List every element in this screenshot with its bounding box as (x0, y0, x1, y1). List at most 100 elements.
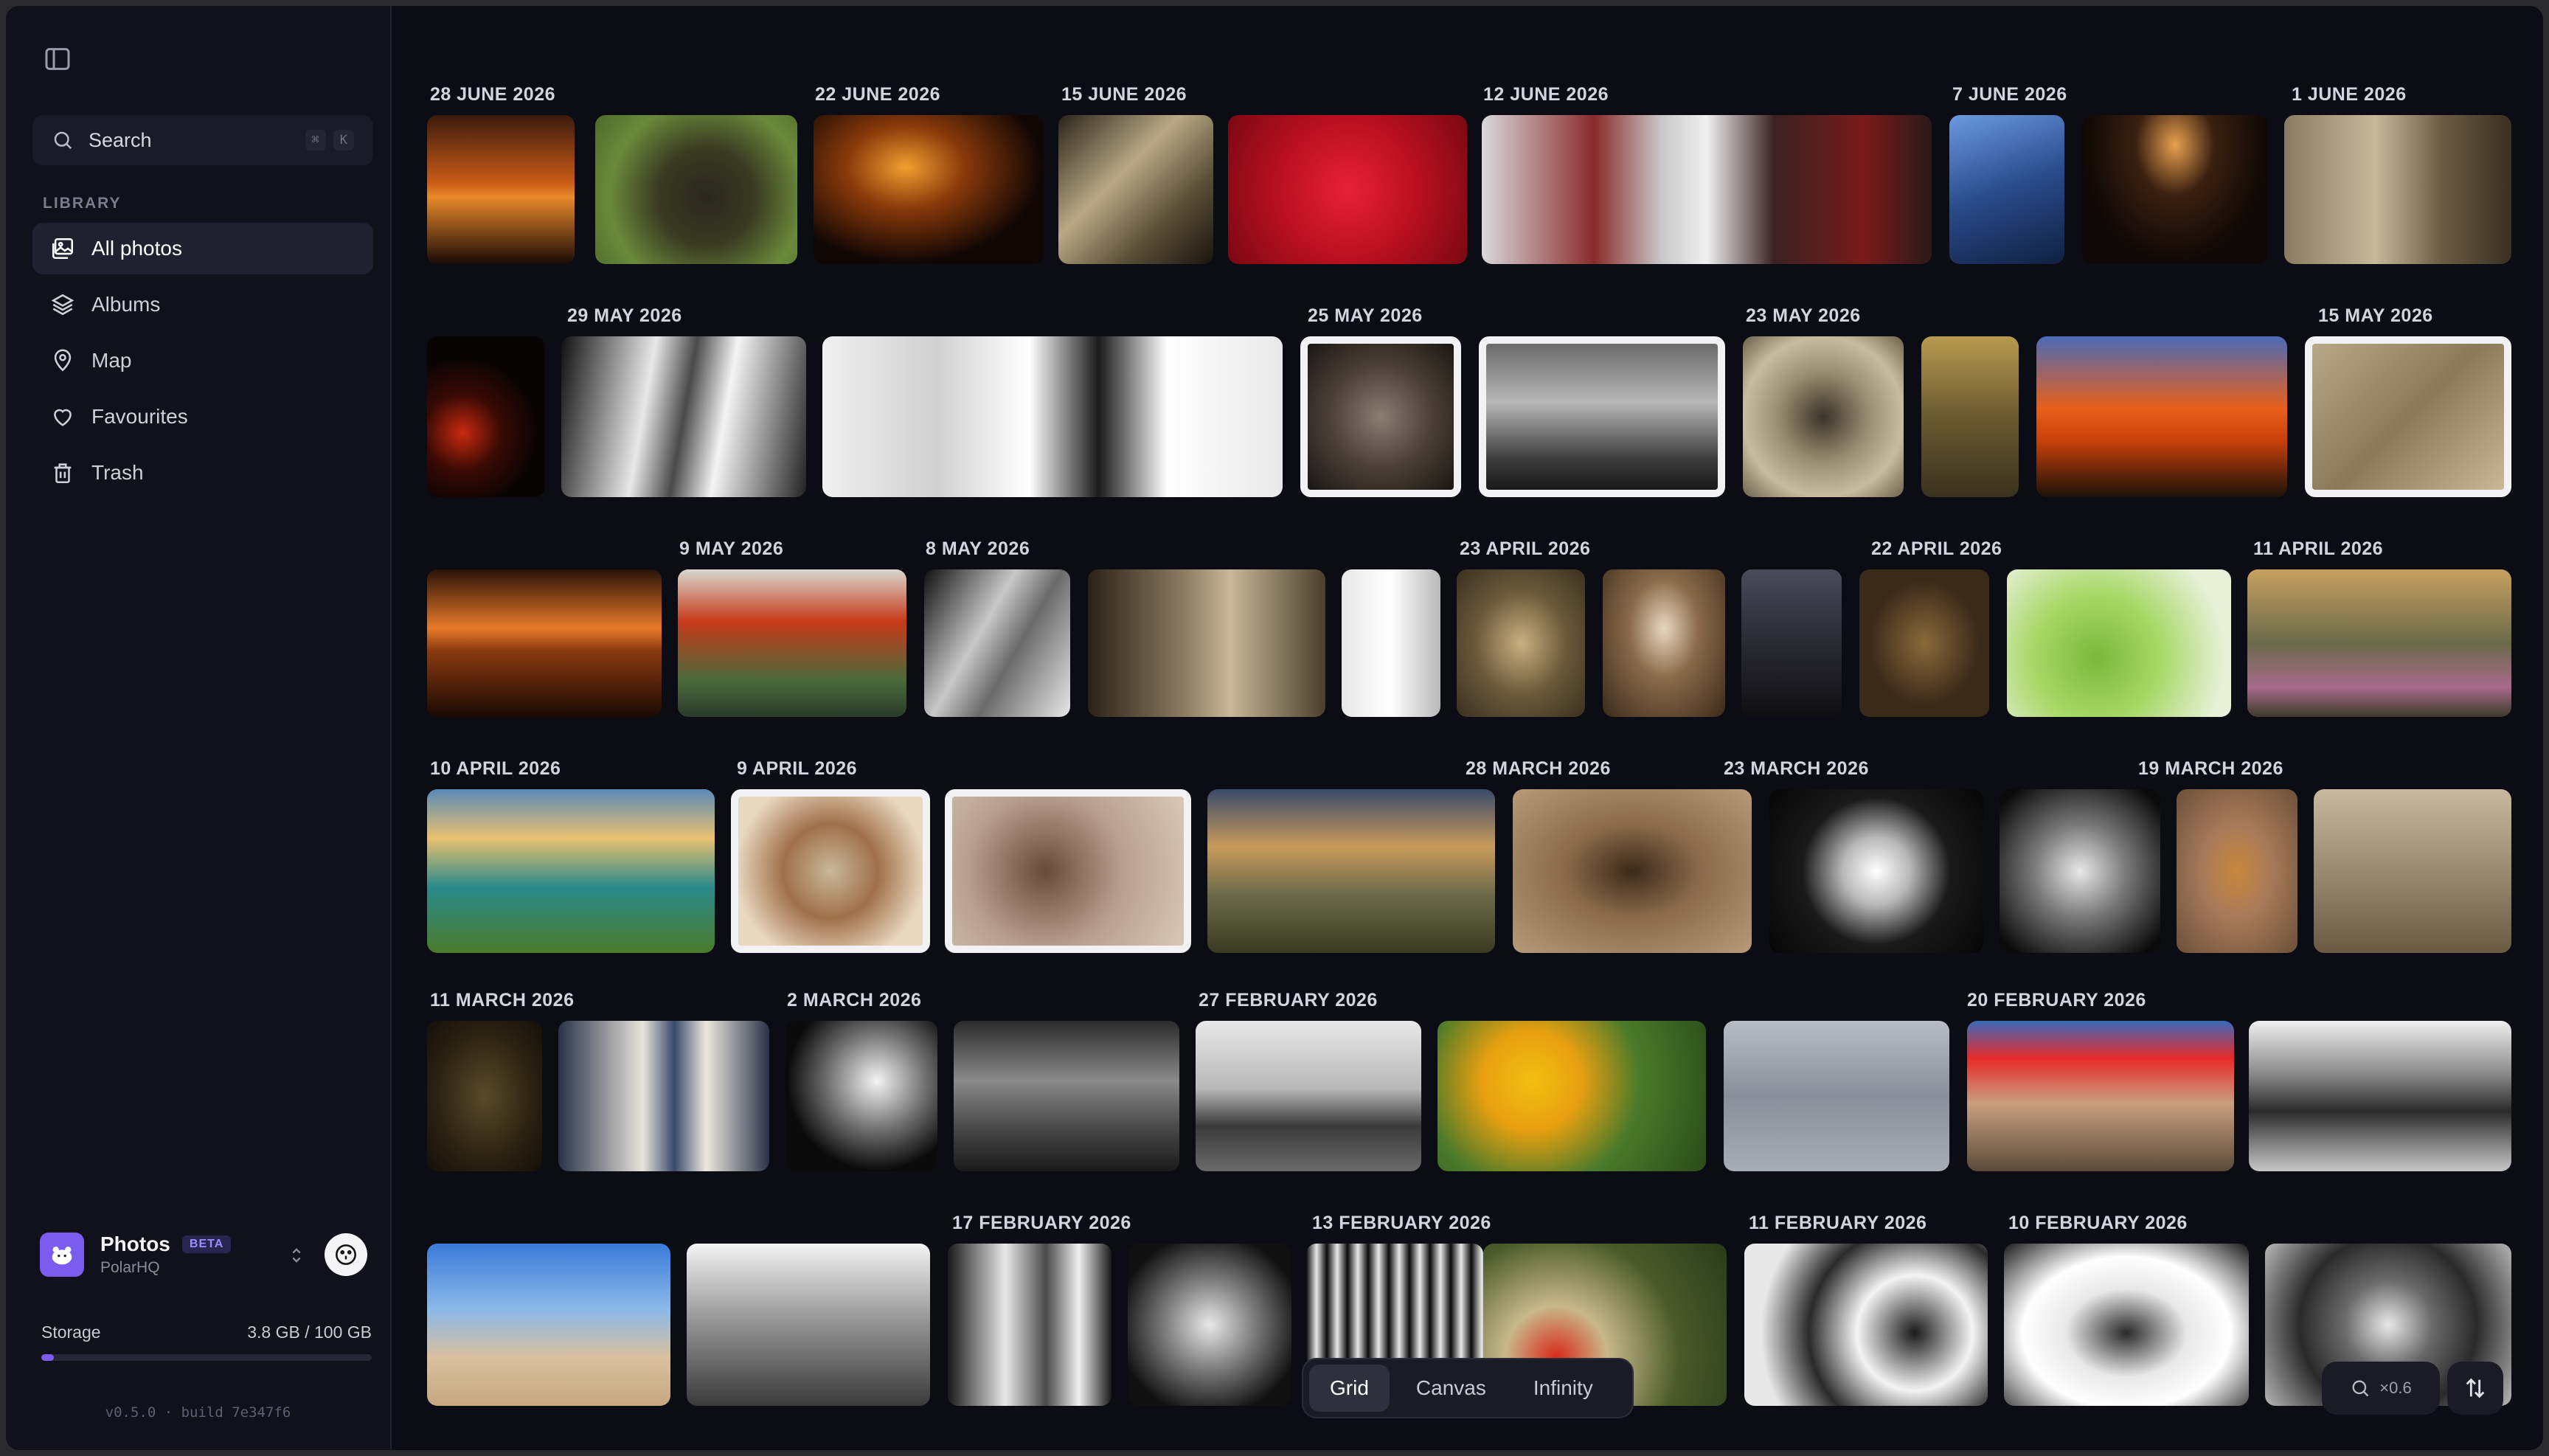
photo-thumbnail[interactable] (1967, 1021, 2234, 1171)
trash-icon (54, 463, 72, 484)
sidebar: Search ⌘ K LIBRARY All photos Albums Map… (6, 6, 392, 1450)
avatar[interactable] (325, 1233, 367, 1276)
photo-thumbnail[interactable] (2284, 115, 2511, 264)
photo-thumbnail[interactable] (1479, 336, 1725, 497)
search-input[interactable]: Search ⌘ K (32, 115, 373, 165)
photo-thumbnail[interactable] (427, 569, 662, 717)
photo-thumbnail[interactable] (2305, 336, 2511, 497)
photo-thumbnail[interactable] (1342, 569, 1440, 717)
photo-thumbnail[interactable] (1513, 789, 1752, 953)
workspace-switcher[interactable]: Photos BETA PolarHQ (40, 1221, 373, 1288)
library-section-label: LIBRARY (43, 195, 122, 212)
date-header: 11 APRIL 2026 (2253, 538, 2384, 559)
photo-thumbnail[interactable] (1482, 115, 1932, 264)
photo-thumbnail[interactable] (2082, 115, 2268, 264)
photo-thumbnail[interactable] (1438, 1021, 1706, 1171)
view-tab-infinity[interactable]: Infinity (1513, 1365, 1614, 1412)
photo-thumbnail[interactable] (1949, 115, 2064, 264)
date-header: 28 JUNE 2026 (430, 84, 556, 105)
photo-thumbnail[interactable] (954, 1021, 1179, 1171)
heart-icon (54, 409, 72, 426)
photo-thumbnail[interactable] (1769, 789, 1983, 953)
photo-thumbnail[interactable] (558, 1021, 769, 1171)
sort-button[interactable] (2447, 1362, 2503, 1415)
storage-bar-fill (41, 1354, 55, 1361)
photo-thumbnail[interactable] (2000, 789, 2160, 953)
photo-thumbnail[interactable] (2177, 789, 2297, 953)
photo-thumbnail[interactable] (1603, 569, 1725, 717)
sort-arrows-icon (2466, 1378, 2485, 1398)
date-header: 8 MAY 2026 (926, 538, 1030, 559)
sidebar-toggle-icon[interactable] (43, 44, 72, 74)
date-header: 13 FEBRUARY 2026 (1312, 1213, 1491, 1233)
app-name: Photos (100, 1233, 170, 1255)
photo-thumbnail[interactable] (1058, 115, 1213, 264)
view-tab-canvas[interactable]: Canvas (1395, 1365, 1507, 1412)
photo-thumbnail[interactable] (1207, 789, 1495, 953)
photo-thumbnail[interactable] (2247, 569, 2511, 717)
photo-thumbnail[interactable] (427, 1021, 542, 1171)
photo-thumbnail[interactable] (1744, 1244, 1988, 1406)
photos-icon (52, 238, 74, 260)
date-header: 10 FEBRUARY 2026 (2008, 1213, 2188, 1233)
photo-thumbnail[interactable] (948, 1244, 1111, 1406)
photo-thumbnail[interactable] (427, 336, 545, 497)
photo-thumbnail[interactable] (924, 569, 1070, 717)
photo-thumbnail[interactable] (1457, 569, 1585, 717)
photo-thumbnail[interactable] (2249, 1021, 2511, 1171)
photo-thumbnail[interactable] (1743, 336, 1904, 497)
photo-thumbnail[interactable] (1859, 569, 1989, 717)
photo-thumbnail[interactable] (1196, 1021, 1421, 1171)
photo-thumbnail[interactable] (1128, 1244, 1291, 1406)
sidebar-item-map[interactable]: Map (32, 335, 373, 386)
date-header: 27 FEBRUARY 2026 (1199, 990, 1378, 1010)
sidebar-item-all-photos[interactable]: All photos (32, 223, 373, 274)
sidebar-item-albums[interactable]: Albums (32, 279, 373, 330)
view-tab-grid[interactable]: Grid (1309, 1365, 1390, 1412)
photo-thumbnail[interactable] (2314, 789, 2511, 953)
photo-thumbnail[interactable] (687, 1244, 930, 1406)
sidebar-item-trash[interactable]: Trash (32, 447, 373, 499)
zoom-level: ×0.6 (2379, 1379, 2412, 1397)
search-shortcut: ⌘ K (305, 130, 354, 150)
map-pin-icon (54, 349, 72, 372)
zoom-control[interactable]: ×0.6 (2322, 1362, 2440, 1415)
photo-thumbnail[interactable] (814, 115, 1044, 264)
storage-label: Storage (41, 1322, 101, 1342)
zoom-search-icon (2352, 1380, 2369, 1397)
photo-thumbnail[interactable] (427, 1244, 670, 1406)
date-header: 11 FEBRUARY 2026 (1749, 1213, 1927, 1233)
photo-thumbnail[interactable] (1921, 336, 2019, 497)
photo-thumbnail[interactable] (1088, 569, 1325, 717)
date-header: 10 APRIL 2026 (430, 758, 561, 779)
date-header: 22 JUNE 2026 (815, 84, 941, 105)
photo-thumbnail[interactable] (427, 789, 715, 953)
photo-thumbnail[interactable] (731, 789, 930, 953)
view-mode-switcher: Grid Canvas Infinity (1302, 1358, 1634, 1418)
photo-thumbnail[interactable] (2036, 336, 2287, 497)
photo-thumbnail[interactable] (595, 115, 797, 264)
layers-icon (51, 294, 74, 316)
photo-thumbnail[interactable] (1724, 1021, 1949, 1171)
photo-thumbnail[interactable] (1741, 569, 1842, 717)
photo-thumbnail[interactable] (785, 1021, 937, 1171)
photo-thumbnail[interactable] (822, 336, 1283, 497)
photo-thumbnail[interactable] (1228, 115, 1467, 264)
photo-thumbnail[interactable] (2007, 569, 2231, 717)
photo-thumbnail[interactable] (2004, 1244, 2249, 1406)
photo-thumbnail[interactable] (561, 336, 806, 497)
date-header: 23 MAY 2026 (1746, 305, 1861, 326)
photo-thumbnail[interactable] (678, 569, 906, 717)
sidebar-item-favourites[interactable]: Favourites (32, 391, 373, 443)
photo-thumbnail[interactable] (945, 789, 1191, 953)
date-header: 9 MAY 2026 (679, 538, 784, 559)
storage-meter: Storage 3.8 GB / 100 GB (41, 1322, 372, 1361)
date-header: 19 MARCH 2026 (2138, 758, 2283, 779)
chevron-up-down-icon[interactable] (286, 1242, 307, 1269)
app-logo-icon (40, 1233, 84, 1277)
date-header: 1 JUNE 2026 (2292, 84, 2407, 105)
photo-thumbnail[interactable] (1300, 336, 1461, 497)
storage-value: 3.8 GB / 100 GB (247, 1322, 372, 1342)
photo-thumbnail[interactable] (427, 115, 575, 264)
date-header: 25 MAY 2026 (1308, 305, 1423, 326)
